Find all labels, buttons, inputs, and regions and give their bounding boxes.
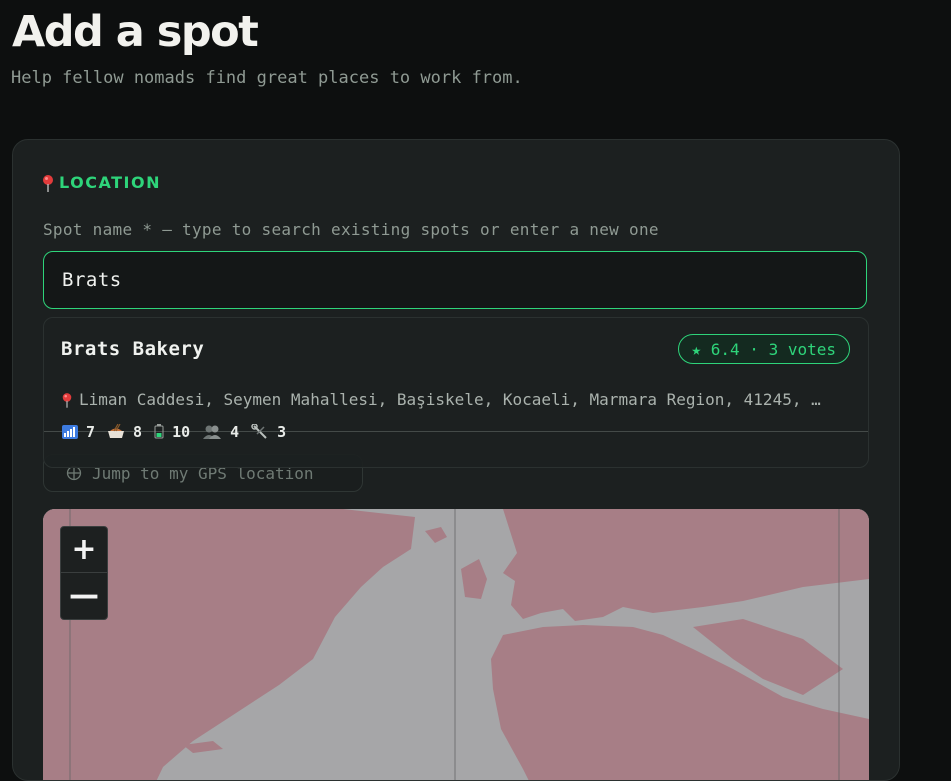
stat-crowd-value: 4 [230,423,240,441]
zoom-in-button[interactable]: + [61,527,107,573]
stat-crowd: 4 [202,423,239,441]
stat-power: 10 [154,423,190,441]
pin-icon [62,392,72,408]
page-subtitle: Help fellow nomads find great places to … [11,68,523,88]
spot-name-input-value: Brats [62,269,122,291]
world-map-tiles [43,509,869,780]
stat-food-value: 8 [133,423,143,441]
stat-wifi: 7 [62,423,95,441]
search-result-item[interactable]: Brats Bakery ★ 6.4 · 3 votes Liman Cadde… [44,318,868,467]
result-stats: 7 8 10 4 3 [62,423,292,441]
wifi-icon [62,425,78,439]
location-section-header: LOCATION [41,173,161,192]
stat-tools: 3 [251,423,286,441]
stat-tools-value: 3 [277,423,287,441]
page-title: Add a spot [12,7,259,57]
rating-badge: ★ 6.4 · 3 votes [677,334,850,364]
result-spot-name: Brats Bakery [61,338,205,360]
crowd-icon [203,425,222,439]
food-icon [108,424,125,438]
stat-wifi-value: 7 [86,423,96,441]
spot-name-label: Spot name * — type to search existing sp… [43,220,659,239]
location-map[interactable]: + — [43,509,869,780]
spot-search-dropdown: Brats Bakery ★ 6.4 · 3 votes Liman Cadde… [43,317,869,468]
spot-name-input[interactable]: Brats [43,251,867,309]
result-address-text: Liman Caddesi, Seymen Mahallesi, Başiske… [79,390,821,409]
result-address: Liman Caddesi, Seymen Mahallesi, Başiske… [61,390,851,409]
power-icon [154,424,164,439]
zoom-out-button[interactable]: — [61,573,107,618]
section-title: LOCATION [59,173,161,192]
pin-icon [43,174,53,192]
stat-food: 8 [107,423,142,441]
map-zoom-controls: + — [60,526,108,620]
tools-icon [251,424,267,439]
stat-power-value: 10 [172,423,191,441]
